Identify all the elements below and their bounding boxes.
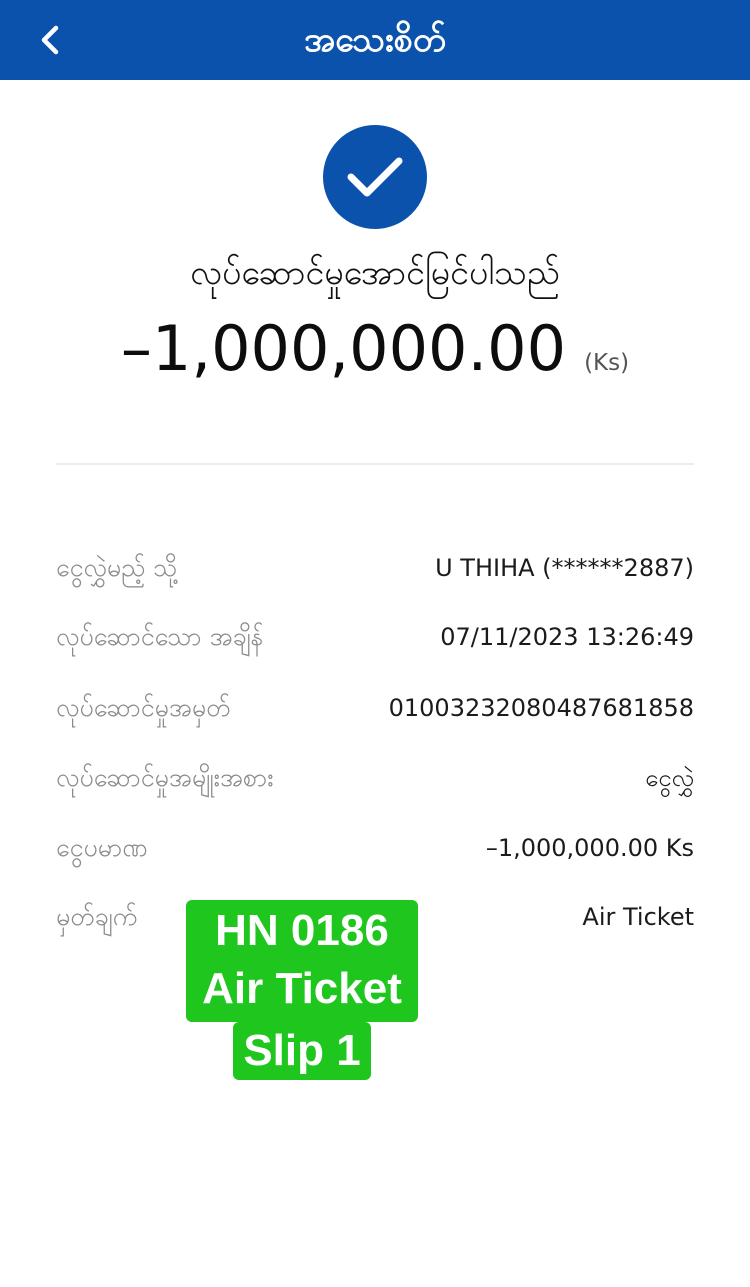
detail-value: –1,000,000.00 Ks: [485, 834, 694, 862]
check-circle-icon: [347, 157, 403, 197]
header-bar: အသေးစိတ်: [0, 0, 750, 80]
detail-row-time: လုပ်ဆောင်သော အချိန် 07/11/2023 13:26:49: [56, 615, 694, 659]
amount-display: –1,000,000.00 (Ks): [0, 312, 750, 385]
detail-value: 07/11/2023 13:26:49: [440, 623, 694, 651]
detail-value: 01003232080487681858: [388, 694, 694, 722]
amount-value: –1,000,000.00: [120, 312, 567, 385]
detail-row-recipient: ငွေလွှဲမည့် သို့ U THIHA (******2887): [56, 546, 694, 590]
amount-unit: (Ks): [584, 350, 630, 376]
sticker-line: Slip 1: [243, 1026, 361, 1075]
detail-label: ငွေလွှဲမည့် သို့: [56, 553, 178, 582]
detail-row-type: လုပ်ဆောင်မှုအမျိုးအစား ငွေလွှဲ: [56, 756, 694, 800]
detail-label: လုပ်ဆောင်မှုအမျိုးအစား: [56, 763, 274, 792]
detail-row-amount: ငွေပမာဏ –1,000,000.00 Ks: [56, 826, 694, 870]
detail-value: U THIHA (******2887): [435, 554, 694, 582]
detail-label: မှတ်ချက်: [56, 902, 138, 931]
detail-label: ငွေပမာဏ: [56, 833, 148, 862]
detail-value: ငွေလွှဲ: [645, 764, 694, 792]
page-title: အသေးစိတ်: [303, 20, 447, 60]
sticker-label: HN 0186 Air Ticket: [186, 900, 418, 1022]
detail-label: လုပ်ဆောင်သော အချိန်: [56, 622, 264, 651]
detail-row-transaction-id: လုပ်ဆောင်မှုအမှတ် 01003232080487681858: [56, 686, 694, 730]
status-message: လုပ်ဆောင်မှုအောင်မြင်ပါသည်: [190, 253, 560, 293]
detail-label: လုပ်ဆောင်မှုအမှတ်: [56, 693, 231, 722]
sticker-label-bottom: Slip 1: [233, 1022, 371, 1080]
success-badge: [323, 125, 427, 229]
divider: [56, 463, 694, 465]
detail-value: Air Ticket: [582, 903, 694, 931]
sticker-line: HN 0186: [215, 906, 389, 955]
sticker-line: Air Ticket: [202, 964, 402, 1013]
